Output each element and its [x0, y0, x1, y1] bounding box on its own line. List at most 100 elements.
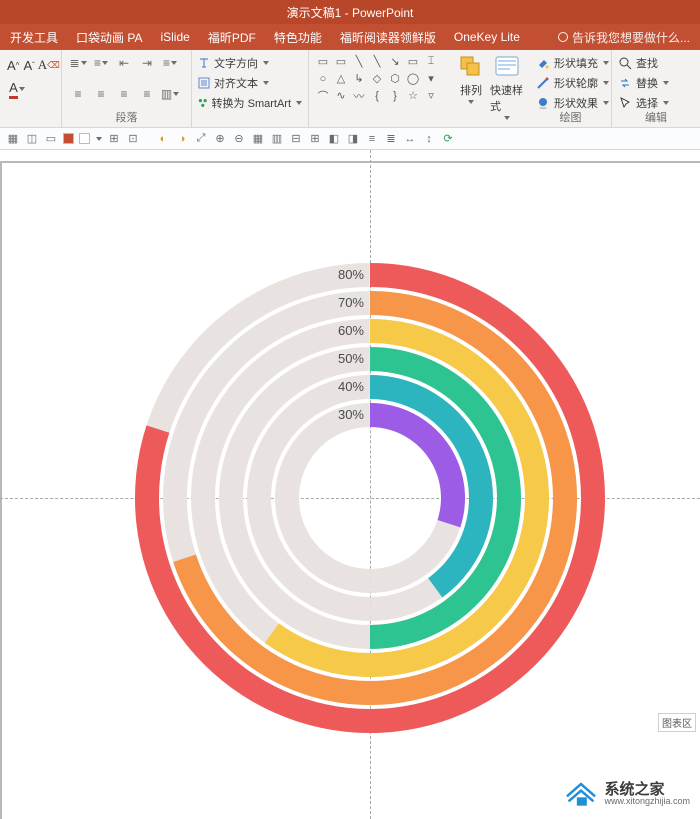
- tab-developer[interactable]: 开发工具: [10, 29, 58, 46]
- replace-button[interactable]: 替换: [618, 74, 694, 92]
- shape-arc-icon[interactable]: ⌒: [315, 88, 331, 103]
- shape-lbrace-icon[interactable]: {: [369, 88, 385, 103]
- ring-label-50: 50%: [332, 351, 364, 366]
- tab-foxit-pdf[interactable]: 福昕PDF: [208, 29, 256, 46]
- qat-icon-4[interactable]: ⊞: [107, 132, 121, 146]
- ring-label-30: 30%: [332, 407, 364, 422]
- text-direction-button[interactable]: 文字方向: [198, 54, 302, 72]
- qat-icon-12[interactable]: ▥: [270, 132, 284, 146]
- qat-icon-7[interactable]: ◑: [175, 132, 189, 146]
- shape-rbrace-icon[interactable]: }: [387, 88, 403, 103]
- watermark-url: www.xitongzhijia.com: [604, 797, 690, 806]
- qat-swatch-caret[interactable]: [96, 137, 102, 141]
- tab-onekey-lite[interactable]: OneKey Lite: [454, 30, 520, 44]
- qat-icon-8[interactable]: ⤢: [194, 132, 208, 146]
- qat-icon-6[interactable]: ◐: [156, 132, 170, 146]
- slide-canvas[interactable]: 80% 70% 60% 50% 40% 30% 图表区 系统之家 www.xit…: [0, 150, 700, 819]
- shape-round-icon[interactable]: ◯: [405, 71, 421, 86]
- shape-line2-icon[interactable]: ╲: [369, 54, 385, 69]
- align-right-button[interactable]: ≡: [114, 85, 134, 103]
- tab-pocket-anim[interactable]: 口袋动画 PA: [76, 29, 142, 46]
- qat-icon-16[interactable]: ◨: [346, 132, 360, 146]
- decrease-indent-button[interactable]: ⇤: [114, 54, 134, 72]
- quick-styles-button[interactable]: 快速样式: [490, 54, 524, 120]
- qat-icon-10[interactable]: ⊖: [232, 132, 246, 146]
- qat-icon-18[interactable]: ≣: [384, 132, 398, 146]
- qat-swatch-red[interactable]: [63, 133, 74, 144]
- group-paragraph-label: 段落: [62, 109, 191, 125]
- clear-formatting-button[interactable]: A⌫: [38, 55, 60, 75]
- lightbulb-icon: [558, 32, 568, 42]
- group-paragraph: ≣ ≡ ⇤ ⇥ ≡ ≡ ≡ ≡ ≡ ▥ 段落: [62, 50, 192, 127]
- align-text-button[interactable]: 对齐文本: [198, 74, 302, 92]
- qat-icon-2[interactable]: ◫: [25, 132, 39, 146]
- shapes-gallery[interactable]: ▭ ▭ ╲ ╲ ↘ ▭ ⌶ ○ △ ↳ ◇ ⬡ ◯ ▾ ⌒ ∿ 〰 { } ☆ …: [315, 54, 446, 103]
- group-shapes-gallery[interactable]: ▭ ▭ ╲ ╲ ↘ ▭ ⌶ ○ △ ↳ ◇ ⬡ ◯ ▾ ⌒ ∿ 〰 { } ☆ …: [308, 50, 448, 127]
- decrease-font-button[interactable]: Aˇ: [22, 55, 35, 75]
- shape-expand-icon[interactable]: ▿: [423, 88, 439, 103]
- arrange-button[interactable]: 排列: [454, 54, 488, 104]
- shape-outline-button[interactable]: 形状轮廓: [536, 74, 605, 92]
- group-arrange-styles: 排列 快速样式: [448, 50, 530, 127]
- qat-icon-1[interactable]: ▦: [6, 132, 20, 146]
- shape-circle-icon[interactable]: ○: [315, 71, 331, 86]
- shape-free-icon[interactable]: 〰: [351, 88, 367, 103]
- qat-icon-14[interactable]: ⊞: [308, 132, 322, 146]
- shape-text-icon[interactable]: ⌶: [423, 54, 439, 69]
- shape-arrow-icon[interactable]: ↘: [387, 54, 403, 69]
- font-color-button[interactable]: A: [6, 79, 28, 99]
- shape-triangle-icon[interactable]: △: [333, 71, 349, 86]
- qat-icon-15[interactable]: ◧: [327, 132, 341, 146]
- ring-label-70: 70%: [332, 295, 364, 310]
- smartart-icon: [198, 97, 208, 109]
- line-spacing-button[interactable]: ≡: [160, 54, 180, 72]
- increase-font-button[interactable]: A^: [6, 55, 20, 75]
- group-text-tools: 文字方向 对齐文本 转换为 SmartArt: [192, 50, 308, 127]
- qat-swatch-white[interactable]: [79, 133, 90, 144]
- shape-more-icon[interactable]: ▾: [423, 71, 439, 86]
- shape-diamond-icon[interactable]: ◇: [369, 71, 385, 86]
- chart-area-selector[interactable]: 图表区: [658, 713, 696, 732]
- qat-icon-19[interactable]: ↔: [403, 132, 417, 146]
- find-button[interactable]: 查找: [618, 54, 694, 72]
- shape-connector-icon[interactable]: ↳: [351, 71, 367, 86]
- numbering-button[interactable]: ≡: [91, 54, 111, 72]
- watermark: 系统之家 www.xitongzhijia.com: [564, 779, 690, 809]
- qat-icon-20[interactable]: ↕: [422, 132, 436, 146]
- tab-special[interactable]: 特色功能: [274, 29, 322, 46]
- qat-refresh-icon[interactable]: ⟳: [441, 132, 455, 146]
- shape-curve-icon[interactable]: ∿: [333, 88, 349, 103]
- selection-border-top: [0, 161, 700, 163]
- justify-button[interactable]: ≡: [137, 85, 157, 103]
- shape-rect-icon[interactable]: ▭: [315, 54, 331, 69]
- shape-fill-button[interactable]: 形状填充: [536, 54, 605, 72]
- addin-toolbar: ▦ ◫ ▭ ⊞ ⊡ ◐ ◑ ⤢ ⊕ ⊖ ▦ ▥ ⊟ ⊞ ◧ ◨ ≡ ≣ ↔ ↕ …: [0, 128, 700, 150]
- qat-icon-3[interactable]: ▭: [44, 132, 58, 146]
- convert-smartart-button[interactable]: 转换为 SmartArt: [198, 94, 302, 112]
- align-left-button[interactable]: ≡: [68, 85, 88, 103]
- shape-outline-icon: [536, 76, 550, 90]
- tab-foxit-reader[interactable]: 福昕阅读器领鲜版: [340, 29, 436, 46]
- shape-line-icon[interactable]: ╲: [351, 54, 367, 69]
- qat-icon-17[interactable]: ≡: [365, 132, 379, 146]
- align-center-button[interactable]: ≡: [91, 85, 111, 103]
- tab-islide[interactable]: iSlide: [160, 30, 189, 44]
- qat-icon-13[interactable]: ⊟: [289, 132, 303, 146]
- ribbon-tabs: 开发工具 口袋动画 PA iSlide 福昕PDF 特色功能 福昕阅读器领鲜版 …: [0, 24, 700, 50]
- qat-icon-5[interactable]: ⊡: [126, 132, 140, 146]
- increase-indent-button[interactable]: ⇥: [137, 54, 157, 72]
- ribbon: A^ Aˇ A⌫ A ≣ ≡ ⇤ ⇥ ≡ ≡ ≡ ≡ ≡ ▥ 段落: [0, 50, 700, 128]
- shape-rect2-icon[interactable]: ▭: [333, 54, 349, 69]
- qat-icon-9[interactable]: ⊕: [213, 132, 227, 146]
- radial-chart[interactable]: [135, 263, 605, 733]
- group-font: A^ Aˇ A⌫ A: [0, 50, 62, 127]
- shape-rect3-icon[interactable]: ▭: [405, 54, 421, 69]
- text-direction-icon: [198, 57, 210, 69]
- shape-star-icon[interactable]: ☆: [405, 88, 421, 103]
- qat-icon-11[interactable]: ▦: [251, 132, 265, 146]
- columns-button[interactable]: ▥: [160, 85, 180, 103]
- tell-me-search[interactable]: 告诉我您想要做什么...: [558, 29, 690, 46]
- shape-fill-icon: [536, 56, 550, 70]
- bullets-button[interactable]: ≣: [68, 54, 88, 72]
- shape-hex-icon[interactable]: ⬡: [387, 71, 403, 86]
